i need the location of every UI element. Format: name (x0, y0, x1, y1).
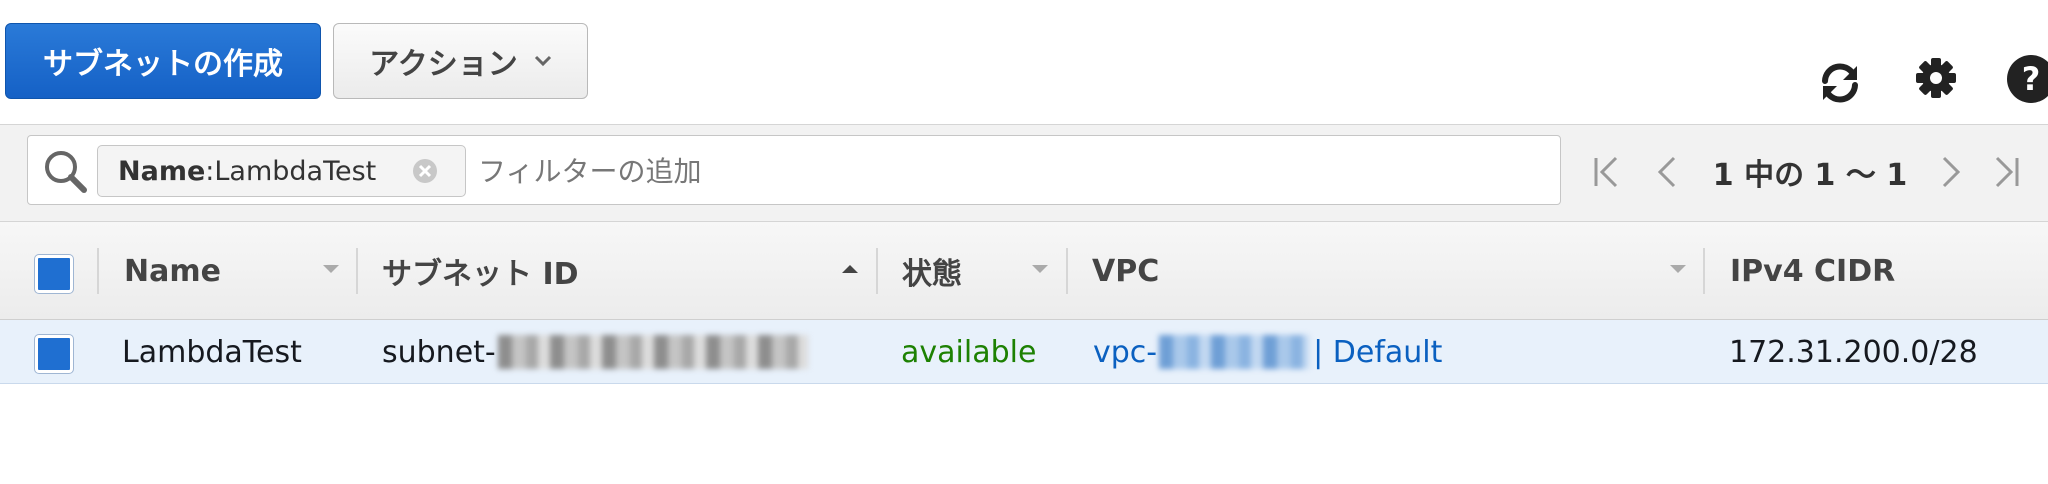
redacted-subnet-id (497, 335, 808, 369)
clear-icon[interactable] (412, 158, 438, 184)
vpc-default-label[interactable]: | Default (1313, 335, 1442, 370)
filter-input[interactable] (476, 146, 1546, 196)
column-header-ipv4-cidr[interactable]: IPv4 CIDR (1730, 222, 1895, 320)
select-all-checkbox[interactable] (35, 255, 73, 293)
chevron-down-icon (534, 55, 551, 67)
help-icon[interactable]: ? (2006, 54, 2048, 104)
checkbox-box[interactable] (35, 335, 73, 373)
filter-token-value: LambdaTest (214, 155, 377, 187)
column-header-name[interactable]: Name (124, 222, 221, 320)
column-header-subnet-id[interactable]: サブネット ID (382, 222, 579, 320)
create-subnet-button[interactable]: サブネットの作成 (5, 23, 321, 99)
column-header-vpc[interactable]: VPC (1092, 222, 1159, 320)
prev-page-icon[interactable] (1648, 152, 1688, 192)
search-icon (45, 151, 87, 193)
next-page-icon[interactable] (1930, 152, 1970, 192)
gear-icon[interactable] (1910, 52, 1962, 104)
column-separator (1703, 248, 1705, 294)
filter-token-separator: : (205, 155, 215, 187)
cell-subnet-id: subnet- (382, 320, 808, 384)
column-separator (97, 248, 99, 294)
filter-token-key: Name (118, 155, 206, 187)
subnet-id-prefix: subnet- (382, 334, 496, 370)
column-separator (1066, 248, 1068, 294)
cell-ipv4-cidr: 172.31.200.0/28 (1729, 334, 1978, 370)
actions-label: アクション (369, 47, 518, 82)
refresh-icon[interactable] (1813, 56, 1867, 110)
caret-down-icon[interactable] (1668, 262, 1688, 276)
checkbox-box[interactable] (35, 255, 73, 293)
column-separator (356, 248, 358, 294)
cell-vpc[interactable]: vpc- | Default (1093, 320, 1442, 384)
cell-name: LambdaTest (122, 334, 302, 370)
first-page-icon[interactable] (1588, 152, 1628, 192)
redacted-vpc-id (1159, 335, 1310, 369)
vpc-link-prefix[interactable]: vpc- (1093, 335, 1157, 370)
filter-token: Name : LambdaTest (97, 145, 466, 197)
actions-dropdown-button[interactable]: アクション (333, 23, 588, 99)
caret-down-icon[interactable] (1030, 262, 1050, 276)
row-checkbox[interactable] (35, 335, 73, 373)
svg-text:?: ? (2022, 60, 2041, 98)
caret-up-icon[interactable] (840, 262, 860, 276)
last-page-icon[interactable] (1985, 152, 2025, 192)
create-subnet-label: サブネットの作成 (43, 47, 283, 82)
column-separator (876, 248, 878, 294)
caret-down-icon[interactable] (321, 262, 341, 276)
cell-state: available (901, 334, 1037, 370)
column-header-state[interactable]: 状態 (902, 222, 962, 320)
pagination-text: 1 中の 1 ～ 1 (1712, 158, 1908, 193)
